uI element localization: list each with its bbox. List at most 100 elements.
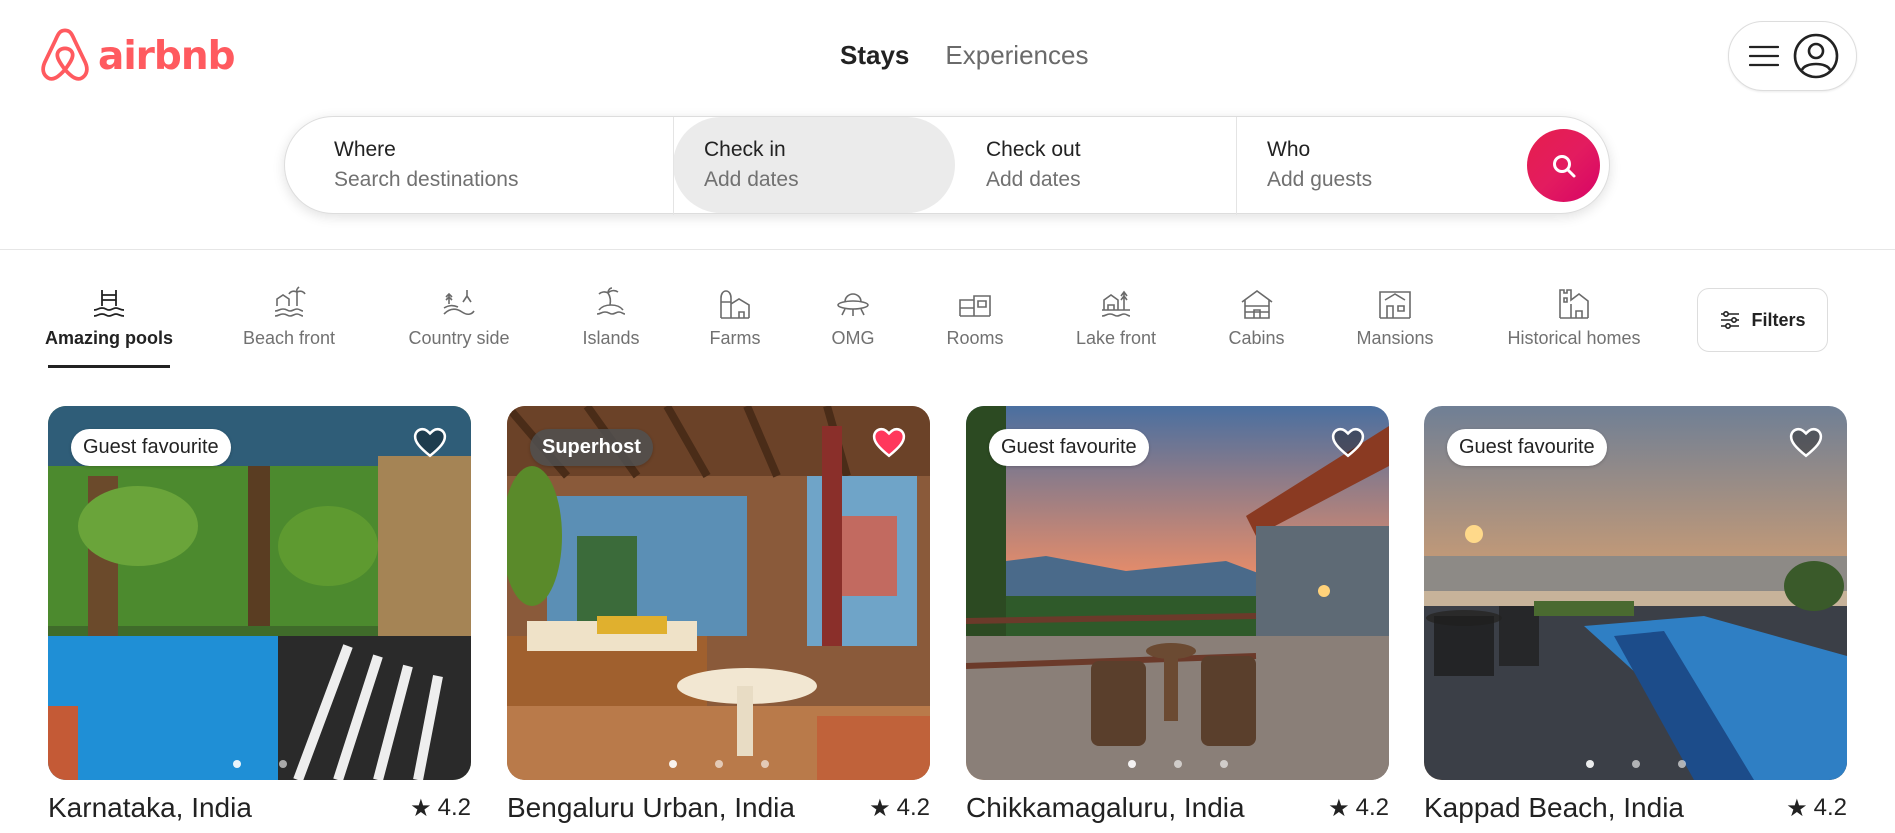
heart-icon[interactable] xyxy=(1331,426,1365,460)
hamburger-icon xyxy=(1749,45,1779,67)
photo-dot[interactable] xyxy=(1585,760,1594,768)
photo-dot[interactable] xyxy=(232,760,241,768)
star-icon: ★ xyxy=(410,794,432,822)
checkin-placeholder: Add dates xyxy=(704,168,799,191)
photo-dot[interactable] xyxy=(760,760,769,768)
where-placeholder: Search destinations xyxy=(334,168,519,191)
airbnb-logo-icon xyxy=(41,28,89,81)
farm-icon xyxy=(720,290,750,319)
listing-title[interactable]: Chikkamagaluru, India xyxy=(966,792,1245,824)
castle-icon xyxy=(1559,289,1589,319)
tab-stays[interactable]: Stays xyxy=(840,40,909,71)
category-label: Farms xyxy=(709,328,761,348)
rating-value: 4.2 xyxy=(437,794,471,821)
rating-value: 4.2 xyxy=(896,794,930,821)
search-icon xyxy=(1552,154,1575,177)
user-menu-button[interactable] xyxy=(1728,21,1857,91)
star-icon: ★ xyxy=(1786,794,1808,822)
where-field[interactable]: Where Search destinations xyxy=(285,117,673,213)
airbnb-logo[interactable]: airbnb xyxy=(37,27,236,85)
listing-card[interactable]: Guest favourite Chikkamagaluru, India ★ … xyxy=(966,406,1389,824)
user-circle-icon xyxy=(1793,33,1839,79)
photo-dots xyxy=(1424,760,1847,768)
category-bar: Amazing pools Beach front Country side I… xyxy=(0,280,1895,370)
photo-dot[interactable] xyxy=(1173,760,1182,768)
photo-dot[interactable] xyxy=(668,760,677,768)
where-label: Where xyxy=(334,138,396,161)
category-label: Country side xyxy=(408,328,510,348)
photo-dot[interactable] xyxy=(1677,760,1686,768)
category-label: Lake front xyxy=(1075,328,1157,348)
header: airbnb Stays Experiences Where Search de… xyxy=(0,0,1895,250)
category-rooms[interactable]: Rooms xyxy=(946,286,1004,349)
category-amazing-pools[interactable]: Amazing pools xyxy=(45,286,174,349)
category-lake-front[interactable]: Lake front xyxy=(1074,286,1158,349)
mansion-icon xyxy=(1379,291,1411,319)
tab-experiences[interactable]: Experiences xyxy=(945,40,1088,71)
listing-title[interactable]: Kappad Beach, India xyxy=(1424,792,1684,824)
photo-dots xyxy=(507,760,930,768)
checkin-field[interactable]: Check in Add dates xyxy=(673,117,955,213)
countryside-icon xyxy=(443,290,475,316)
photo-dots xyxy=(966,760,1389,768)
star-icon: ★ xyxy=(1328,794,1350,822)
active-category-indicator xyxy=(48,365,170,368)
listing-badge: Guest favourite xyxy=(71,429,231,466)
category-label: Amazing pools xyxy=(45,328,174,348)
photo-dot[interactable] xyxy=(714,760,723,768)
checkout-label: Check out xyxy=(986,138,1081,161)
category-country-side[interactable]: Country side xyxy=(406,286,512,349)
category-label: Cabins xyxy=(1228,328,1285,348)
heart-icon[interactable] xyxy=(413,426,447,460)
listing-rating: ★ 4.2 xyxy=(410,794,471,823)
listing-rating: ★ 4.2 xyxy=(869,794,930,823)
rooms-icon xyxy=(959,295,991,317)
listing-card[interactable]: Guest favourite Karnataka, India ★ 4.2 xyxy=(48,406,471,824)
category-cabins[interactable]: Cabins xyxy=(1228,286,1285,349)
category-historical-homes[interactable]: Historical homes xyxy=(1503,286,1645,349)
listing-badge: Guest favourite xyxy=(989,429,1149,466)
listing-rating: ★ 4.2 xyxy=(1328,794,1389,823)
cabin-icon xyxy=(1241,290,1272,319)
rating-value: 4.2 xyxy=(1355,794,1389,821)
listing-title[interactable]: Karnataka, India xyxy=(48,792,252,824)
category-farms[interactable]: Farms xyxy=(709,286,761,349)
lake-icon xyxy=(1101,290,1131,317)
listing-title[interactable]: Bengaluru Urban, India xyxy=(507,792,795,824)
category-mansions[interactable]: Mansions xyxy=(1355,286,1435,349)
heart-icon-filled[interactable] xyxy=(872,426,906,460)
island-icon xyxy=(596,287,626,315)
checkin-label: Check in xyxy=(704,138,786,161)
category-label: Mansions xyxy=(1356,328,1434,348)
listing-photo[interactable]: Guest favourite xyxy=(48,406,471,780)
beach-icon xyxy=(274,286,306,317)
checkout-placeholder: Add dates xyxy=(986,168,1081,191)
listing-photo[interactable]: Superhost xyxy=(507,406,930,780)
photo-dot[interactable] xyxy=(1631,760,1640,768)
checkout-field[interactable]: Check out Add dates xyxy=(955,117,1236,213)
filters-label: Filters xyxy=(1751,309,1806,330)
category-beach-front[interactable]: Beach front xyxy=(241,286,337,349)
category-omg[interactable]: OMG xyxy=(828,286,878,349)
listing-photo[interactable]: Guest favourite xyxy=(966,406,1389,780)
listing-card[interactable]: Superhost Bengaluru Urban, India ★ 4.2 xyxy=(507,406,930,824)
brand-name: airbnb xyxy=(98,33,236,79)
search-button[interactable] xyxy=(1527,129,1600,202)
photo-dot[interactable] xyxy=(278,760,287,768)
sliders-icon xyxy=(1721,310,1740,330)
listing-badge: Guest favourite xyxy=(1447,429,1607,466)
category-label: Historical homes xyxy=(1507,328,1641,348)
rating-value: 4.2 xyxy=(1813,794,1847,821)
photo-dot[interactable] xyxy=(1127,760,1136,768)
heart-icon[interactable] xyxy=(1789,426,1823,460)
category-label: Islands xyxy=(582,328,640,348)
divider xyxy=(673,117,674,215)
photo-dot[interactable] xyxy=(1219,760,1228,768)
category-islands[interactable]: Islands xyxy=(581,286,641,349)
filters-button[interactable]: Filters xyxy=(1697,288,1828,352)
star-icon: ★ xyxy=(869,794,891,822)
divider xyxy=(1236,117,1237,215)
category-label: Rooms xyxy=(946,328,1004,348)
listing-card[interactable]: Guest favourite Kappad Beach, India ★ 4.… xyxy=(1424,406,1847,824)
listing-photo[interactable]: Guest favourite xyxy=(1424,406,1847,780)
